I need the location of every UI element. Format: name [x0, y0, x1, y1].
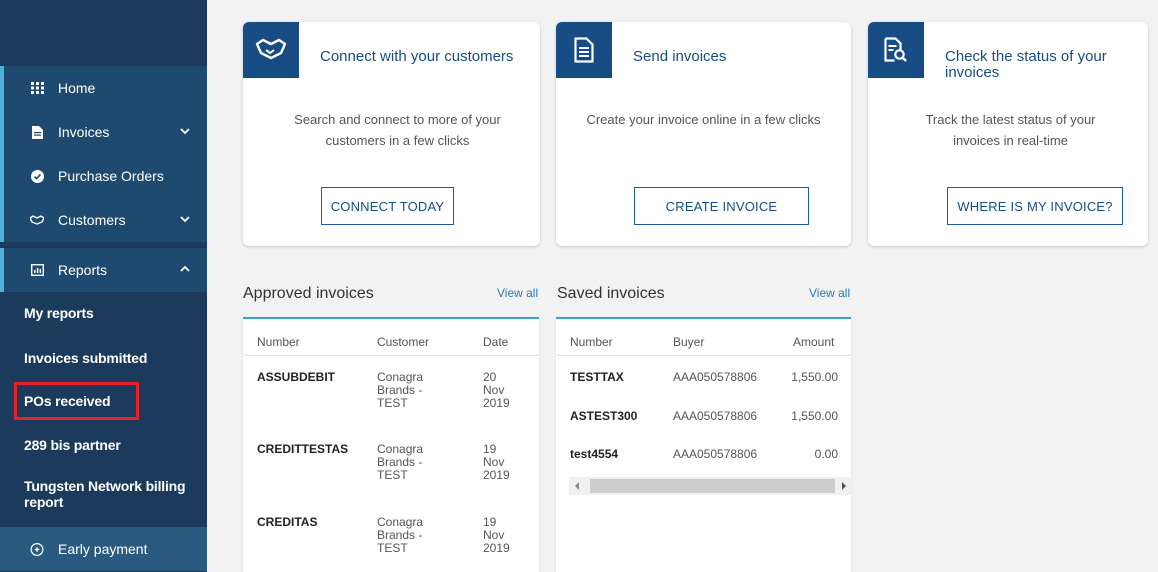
handshake-icon [30, 213, 44, 227]
invoice-customer: Conagra Brands - TEST [377, 515, 424, 555]
header-divider [243, 355, 539, 356]
scrollbar-thumb[interactable] [590, 479, 835, 493]
highlight-box [14, 382, 139, 420]
invoice-date: 19 Nov 2019 [483, 515, 510, 555]
sidebar-item-home[interactable]: Home [0, 66, 207, 110]
sidebar-item-label: Invoices [58, 124, 110, 140]
invoice-amount: 1,550.00 [791, 409, 838, 423]
invoice-buyer: AAA050578806 [673, 447, 758, 461]
sidebar-item-early-payment[interactable]: Early payment [0, 527, 207, 571]
column-header[interactable]: Buyer [673, 335, 704, 349]
card-title: Send invoices [633, 48, 727, 65]
handshake-icon [243, 22, 299, 78]
invoice-date: 20 Nov 2019 [483, 370, 510, 410]
sidebar-item-label: Early payment [58, 541, 148, 557]
card-description: Track the latest status of your invoices… [925, 112, 1096, 148]
sidebar-subitem-billing-report[interactable]: Tungsten Network billing report [0, 476, 190, 512]
grid-icon [30, 81, 44, 95]
column-header[interactable]: Number [257, 335, 300, 349]
sidebar-item-invoices[interactable]: Invoices [0, 110, 207, 154]
saved-invoices-title: Saved invoices [557, 285, 665, 302]
column-header[interactable]: Date [483, 335, 508, 349]
document-icon [30, 125, 44, 139]
approved-invoices-panel: Number Customer Date ASSUBDEBIT Conagra … [243, 317, 539, 572]
sidebar-item-customers[interactable]: Customers [0, 198, 207, 242]
invoice-customer: Conagra Brands - TEST [377, 370, 424, 410]
sidebar-item-label: Customers [58, 212, 126, 228]
sidebar: Home Invoices Purchase Orders Customers … [0, 0, 207, 572]
invoice-number[interactable]: CREDITTESTAS [257, 443, 348, 456]
sidebar-item-reports[interactable]: Reports [0, 248, 207, 292]
document-search-icon [868, 22, 924, 78]
sidebar-item-label: Reports [58, 262, 108, 278]
saved-invoices-panel: Number Buyer Amount TESTTAX AAA050578806… [556, 317, 852, 572]
card-connect-customers: Connect with your customers Search and c… [243, 22, 540, 246]
where-is-my-invoice-button[interactable]: WHERE IS MY INVOICE? [947, 187, 1123, 225]
card-title: Check the status of your invoices [945, 48, 1107, 81]
column-header[interactable]: Amount [793, 335, 834, 349]
scroll-right-arrow-icon[interactable] [842, 482, 846, 490]
invoice-date: 19 Nov 2019 [483, 442, 510, 482]
invoice-number[interactable]: TESTTAX [570, 371, 624, 384]
sidebar-subitem-289-bis-partner[interactable]: 289 bis partner [0, 434, 207, 456]
scroll-left-arrow-icon[interactable] [575, 482, 579, 490]
card-check-status: Check the status of your invoices Track … [868, 22, 1148, 246]
column-header[interactable]: Number [570, 335, 613, 349]
coins-icon [30, 542, 44, 556]
connect-today-button[interactable]: CONNECT TODAY [321, 187, 454, 225]
report-icon [30, 263, 44, 277]
sidebar-subitem-my-reports[interactable]: My reports [0, 302, 207, 324]
chevron-down-icon [180, 128, 190, 135]
create-invoice-button[interactable]: CREATE INVOICE [634, 187, 809, 225]
approved-view-all-link[interactable]: View all [497, 286, 538, 300]
sidebar-item-purchase-orders[interactable]: Purchase Orders [0, 154, 207, 198]
document-icon [556, 22, 612, 78]
sidebar-item-label: Purchase Orders [58, 168, 164, 184]
card-send-invoices: Send invoices Create your invoice online… [556, 22, 851, 246]
card-description: Create your invoice online in a few clic… [586, 112, 821, 127]
invoice-buyer: AAA050578806 [673, 370, 758, 384]
sidebar-item-label: Home [58, 80, 96, 96]
approved-invoices-title: Approved invoices [243, 285, 374, 302]
sidebar-subitem-invoices-submitted[interactable]: Invoices submitted [0, 347, 207, 369]
invoice-amount: 1,550.00 [791, 370, 838, 384]
invoice-number[interactable]: test4554 [570, 448, 618, 461]
saved-view-all-link[interactable]: View all [809, 286, 850, 300]
card-title: Connect with your customers [320, 48, 514, 65]
horizontal-scrollbar[interactable] [569, 477, 852, 495]
check-circle-icon [30, 169, 44, 183]
invoice-buyer: AAA050578806 [673, 409, 758, 423]
card-description: Search and connect to more of your custo… [294, 112, 501, 148]
header-divider [556, 355, 851, 356]
chevron-down-icon [180, 216, 190, 223]
chevron-up-icon [180, 265, 190, 272]
column-header[interactable]: Customer [377, 335, 429, 349]
invoice-number[interactable]: CREDITAS [257, 516, 317, 529]
invoice-number[interactable]: ASTEST300 [570, 410, 637, 423]
invoice-amount: 0.00 [814, 447, 838, 461]
invoice-number[interactable]: ASSUBDEBIT [257, 371, 335, 384]
invoice-customer: Conagra Brands - TEST [377, 442, 424, 482]
